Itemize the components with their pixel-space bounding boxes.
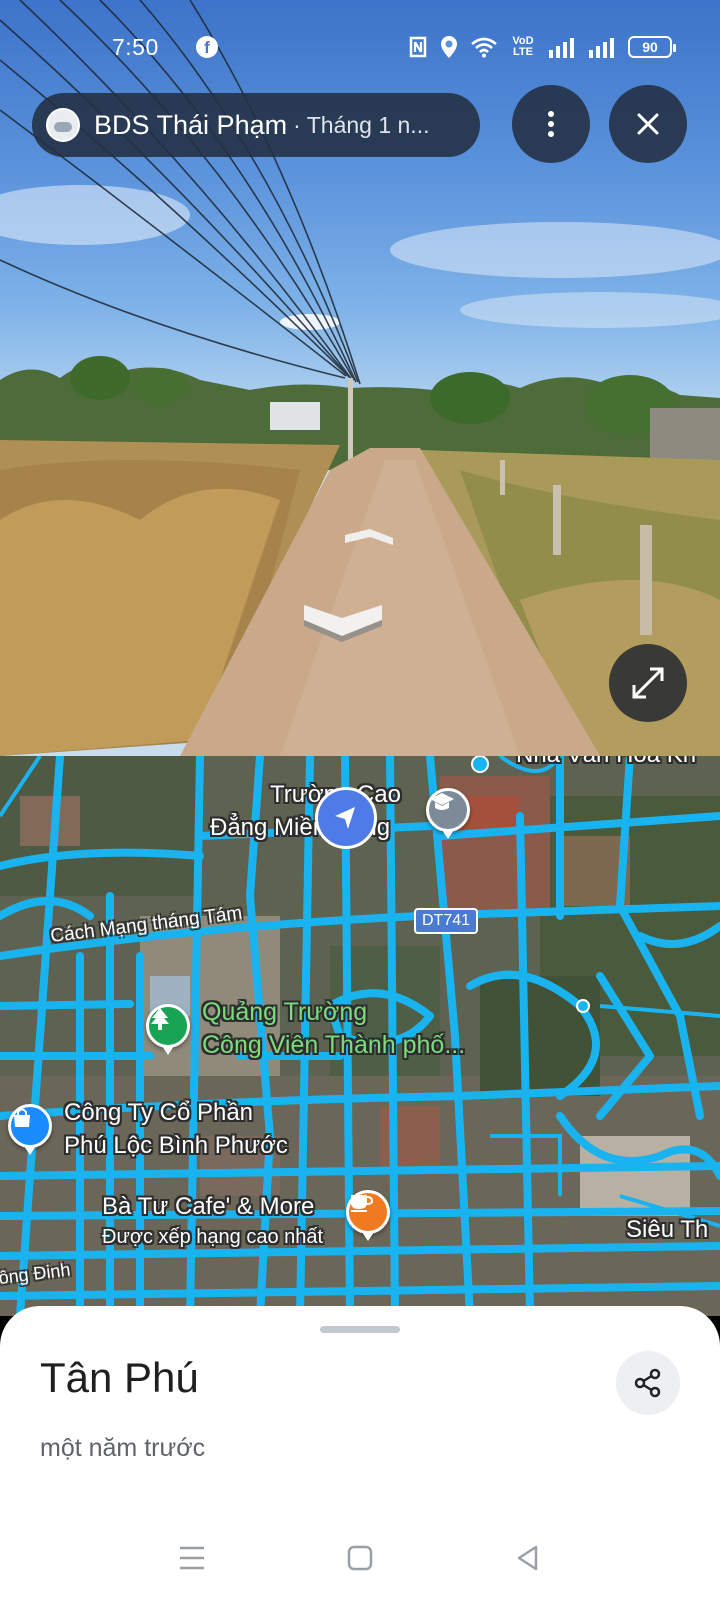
- map-label-cafe-1[interactable]: Bà Tư Cafe' & More: [102, 1190, 314, 1223]
- current-view-marker[interactable]: [315, 787, 377, 849]
- map-label-company-2[interactable]: Phú Lộc Bình Phước: [64, 1129, 288, 1162]
- recent-apps-button[interactable]: [172, 1538, 212, 1578]
- shop-pin[interactable]: [8, 1104, 52, 1155]
- volte-label: VoD LTE: [512, 35, 534, 58]
- park-pin[interactable]: [146, 1004, 190, 1055]
- status-bar: 7:50 f VoD LTE 90: [0, 30, 720, 66]
- signal-icon: [549, 38, 574, 58]
- more-vert-icon: [548, 111, 554, 137]
- more-options-button[interactable]: [512, 85, 590, 163]
- share-button[interactable]: [616, 1351, 680, 1415]
- cafe-pin[interactable]: [346, 1190, 390, 1241]
- drag-handle[interactable]: [320, 1326, 400, 1333]
- map-label-cafe-2: Được xếp hạng cao nhất: [102, 1226, 324, 1248]
- contributor-name: BDS Thái Phạm: [94, 109, 288, 140]
- contributor-pill[interactable]: BDS Thái Phạm · Tháng 1 n...: [32, 93, 480, 157]
- wifi-icon: [471, 37, 497, 58]
- coffee-icon: [351, 1195, 373, 1212]
- menu-icon: [180, 1546, 204, 1570]
- status-time: 7:50: [112, 34, 159, 60]
- school-pin[interactable]: [426, 788, 470, 839]
- navigation-arrow-icon: [335, 807, 355, 829]
- school-icon: [430, 793, 454, 810]
- map-label-cultural-house[interactable]: Nhà Văn Hóa Kh: [516, 756, 696, 771]
- share-icon: [634, 1368, 661, 1398]
- system-navigation-bar: [0, 1510, 720, 1600]
- shopping-bag-icon: [14, 1108, 30, 1127]
- route-shield: DT741: [414, 908, 479, 934]
- nfc-icon: [409, 36, 427, 58]
- home-button[interactable]: [340, 1538, 380, 1578]
- status-icons: VoD LTE 90: [408, 35, 676, 59]
- back-triangle-icon: [517, 1545, 538, 1571]
- facebook-icon: f: [196, 36, 218, 58]
- capture-time: một năm trước: [40, 1434, 206, 1462]
- battery-icon: 90: [628, 36, 676, 58]
- close-button[interactable]: [609, 85, 687, 163]
- avatar: [46, 108, 80, 142]
- close-icon: [637, 113, 659, 135]
- fullscreen-button[interactable]: [609, 644, 687, 722]
- map-label-supermarket[interactable]: Siêu Th: [626, 1213, 708, 1246]
- signal-icon-2: [589, 38, 614, 58]
- map-label-company-1[interactable]: Công Ty Cổ Phần: [64, 1096, 253, 1129]
- tree-icon: [151, 1008, 169, 1030]
- back-button[interactable]: [508, 1538, 548, 1578]
- place-name: Tân Phú: [40, 1354, 199, 1401]
- map-label-square-1[interactable]: Quảng Trường: [202, 996, 367, 1029]
- capture-date: · Tháng 1 n...: [293, 111, 430, 138]
- home-square-icon: [347, 1545, 373, 1571]
- expand-icon: [632, 667, 664, 699]
- map-label-square-2[interactable]: Công Viên Thành phố...: [202, 1029, 465, 1062]
- location-icon: [441, 36, 457, 58]
- street-view-panorama[interactable]: 7:50 f VoD LTE 90 BDS Thái Phạm · Tháng …: [0, 0, 720, 756]
